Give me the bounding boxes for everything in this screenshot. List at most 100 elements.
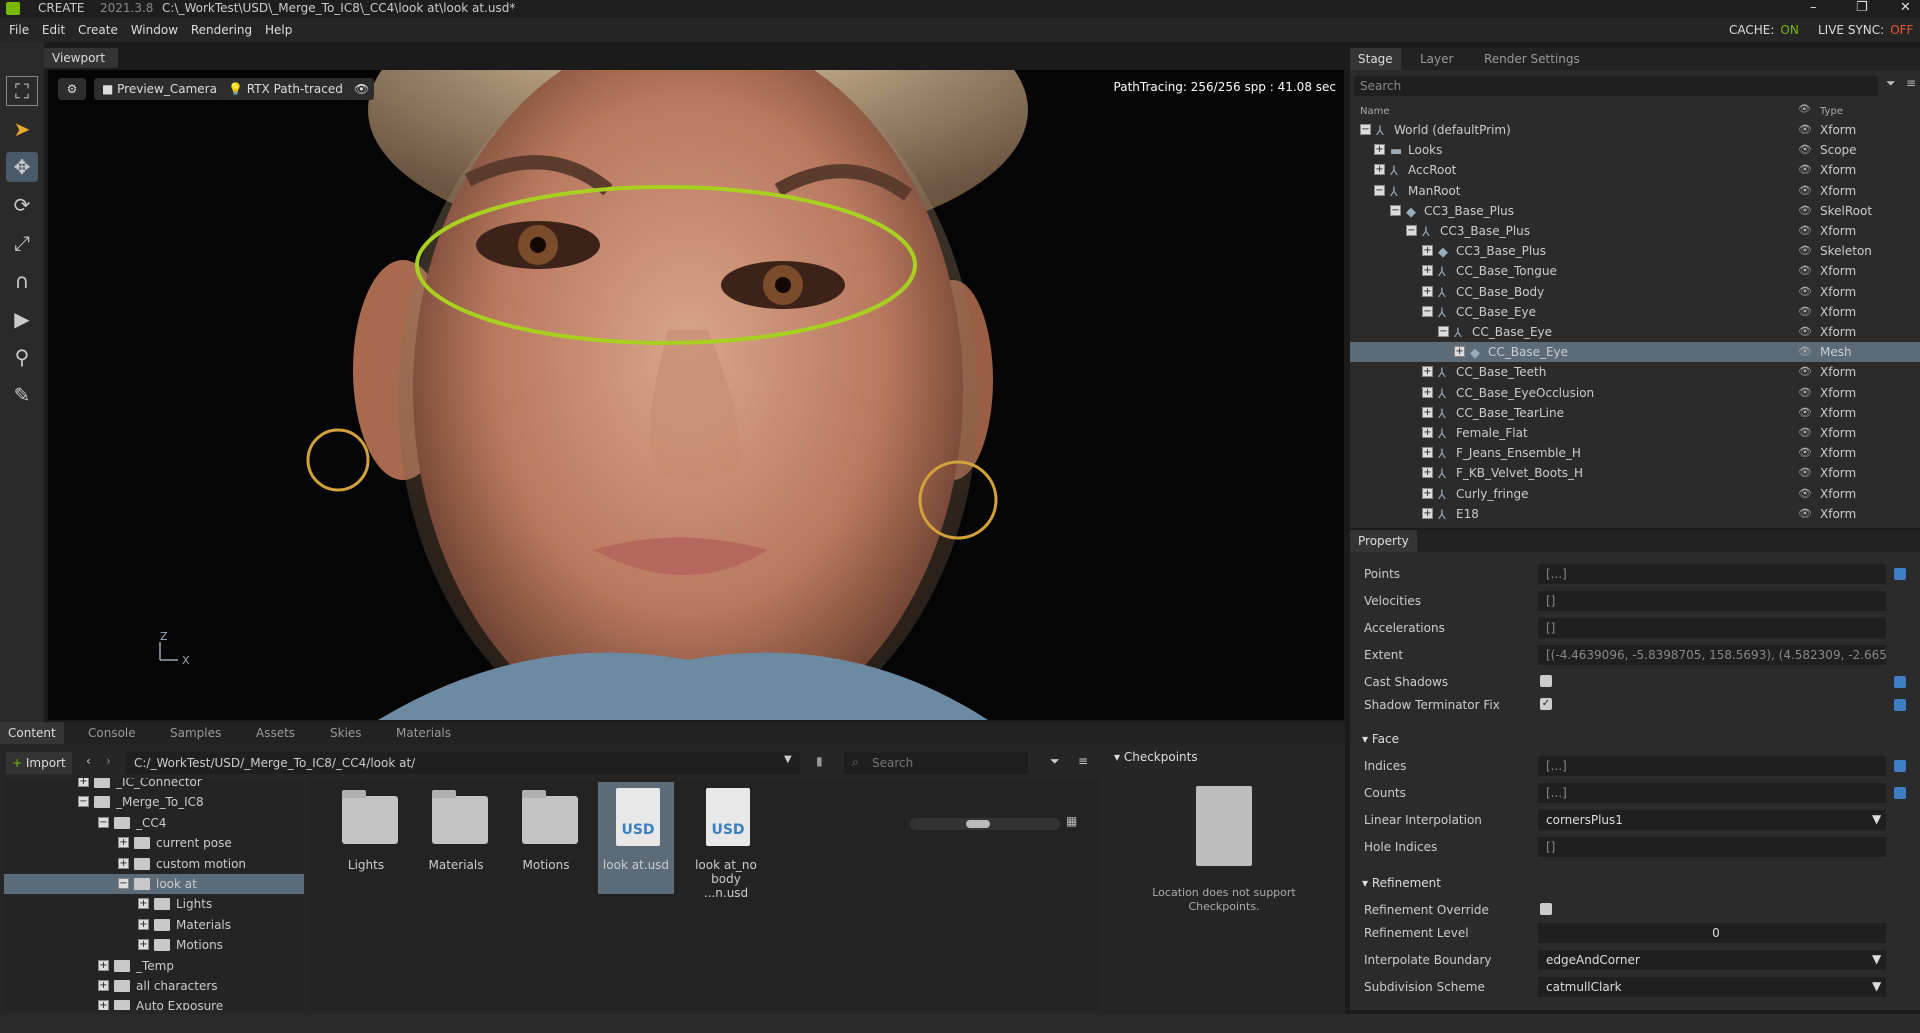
stage-row[interactable]: + ⅄ F_Jeans_Ensemble_H 👁 Xform (1350, 443, 1920, 463)
stage-row[interactable]: + ⅄ CC_Base_Body 👁 Xform (1350, 282, 1920, 302)
rotate-tool-icon[interactable]: ⟳ (6, 190, 38, 220)
folder-tree-item[interactable]: − _CC4 (4, 813, 304, 833)
filter-icon[interactable]: ⏷ (1886, 76, 1896, 91)
folder-tree-item[interactable]: + current pose (4, 833, 304, 853)
content-search-input[interactable]: Search (844, 752, 1028, 774)
visibility-eye-icon[interactable]: 👁 (1798, 342, 1812, 362)
folder-tree-item[interactable]: + Lights (4, 894, 304, 914)
folder-tree-item[interactable]: − look at (4, 874, 304, 894)
tab-skies[interactable]: Skies (322, 722, 370, 744)
cache-status[interactable]: CACHE: ON (1729, 18, 1799, 42)
physics-tool-icon[interactable]: ⚲ (6, 342, 38, 372)
prop-value[interactable]: [...] (1538, 564, 1886, 584)
stage-row[interactable]: − ⅄ CC_Base_Eye 👁 Xform (1350, 322, 1920, 342)
select-mode-icon[interactable]: ⛶ (6, 76, 38, 106)
override-indicator[interactable] (1894, 787, 1906, 799)
prop-value[interactable]: [] (1538, 837, 1886, 857)
expand-toggle-icon[interactable]: + (1374, 164, 1385, 176)
override-indicator[interactable] (1894, 676, 1906, 688)
visibility-eye-icon[interactable]: 👁 (1798, 403, 1812, 423)
stage-row[interactable]: + ⅄ CC_Base_EyeOcclusion 👁 Xform (1350, 383, 1920, 403)
folder-tree-item[interactable]: + _IC_Connector (4, 778, 304, 792)
visibility-eye-icon[interactable]: 👁 (1798, 140, 1812, 160)
stage-search-input[interactable]: Search (1354, 76, 1878, 96)
expand-toggle-icon[interactable]: − (98, 816, 109, 828)
select-arrow-icon[interactable]: ➤ (6, 114, 38, 144)
expand-toggle-icon[interactable]: + (1422, 285, 1433, 297)
stage-row[interactable]: + ⅄ E18 👁 Xform (1350, 504, 1920, 524)
back-arrow-icon[interactable]: ‹ (86, 754, 91, 768)
folder-tree-item[interactable]: + _Temp (4, 956, 304, 976)
stage-row[interactable]: + ◆ CC3_Base_Plus 👁 Skeleton (1350, 241, 1920, 261)
viewport-canvas[interactable]: ⚙ ■ Preview_Camera 💡 RTX Path-traced 👁 P… (48, 70, 1344, 720)
snap-magnet-icon[interactable]: ∩ (6, 266, 38, 296)
scrollbar-thumb[interactable] (966, 820, 990, 828)
expand-toggle-icon[interactable]: + (1422, 507, 1433, 519)
scale-tool-icon[interactable]: ⤢ (6, 228, 38, 258)
override-indicator[interactable] (1894, 760, 1906, 772)
subdivision-scheme-dropdown[interactable]: catmullClark (1538, 977, 1886, 997)
visibility-eye-icon[interactable]: 👁 (1798, 504, 1812, 524)
stage-row[interactable]: + ⅄ CC_Base_Tongue 👁 Xform (1350, 261, 1920, 281)
stage-row[interactable]: + ◆ CC_Base_Eye 👁 Mesh (1350, 342, 1920, 363)
expand-toggle-icon[interactable]: + (98, 980, 109, 991)
grid-scrollbar[interactable] (910, 818, 1060, 830)
chevron-down-icon[interactable]: ▼ (1872, 812, 1881, 826)
visibility-eye-icon[interactable]: 👁 (1798, 443, 1812, 463)
file-grid-item[interactable]: Materials (418, 782, 494, 894)
viewport-settings-icon[interactable]: ⚙ (58, 78, 86, 100)
visibility-eye-icon[interactable]: 👁 (1798, 383, 1812, 403)
folder-tree-item[interactable]: + Auto Exposure (4, 996, 304, 1010)
expand-toggle-icon[interactable]: + (118, 837, 129, 849)
folder-tree-item[interactable]: + Materials (4, 915, 304, 935)
stage-row[interactable]: + ⅄ Female_Flat 👁 Xform (1350, 423, 1920, 443)
chevron-down-icon[interactable]: ▼ (1872, 952, 1881, 966)
menu-create[interactable]: Create (78, 23, 118, 37)
camera-selector[interactable]: ■ Preview_Camera (94, 78, 225, 100)
stage-row[interactable]: + ⅄ AccRoot 👁 Xform (1350, 160, 1920, 180)
stage-row[interactable]: + ⅄ Curly_fringe 👁 Xform (1350, 484, 1920, 504)
minimize-icon[interactable]: – (1810, 0, 1817, 16)
chevron-down-icon[interactable]: ▼ (1872, 979, 1881, 993)
expand-toggle-icon[interactable]: + (138, 898, 149, 910)
live-sync-status[interactable]: LIVE SYNC: OFF (1818, 18, 1913, 42)
checkpoints-header[interactable]: ▾ Checkpoints (1114, 750, 1198, 764)
expand-toggle-icon[interactable]: + (1422, 245, 1433, 257)
menu-edit[interactable]: Edit (42, 23, 65, 37)
expand-toggle-icon[interactable]: + (1454, 346, 1465, 358)
file-grid-item[interactable]: USD look at.usd (598, 782, 674, 894)
shadow-terminator-checkbox[interactable]: ✓ (1540, 698, 1552, 710)
prop-value[interactable]: [] (1538, 618, 1886, 638)
prop-value[interactable]: [...] (1538, 783, 1886, 803)
expand-toggle-icon[interactable]: + (138, 918, 149, 930)
render-mode-selector[interactable]: 💡 RTX Path-traced (220, 78, 351, 100)
tab-samples[interactable]: Samples (162, 722, 229, 744)
tab-console[interactable]: Console (80, 722, 144, 744)
menu-icon[interactable]: ≡ (1078, 754, 1088, 768)
visibility-eye-icon[interactable]: 👁 (1798, 261, 1812, 281)
import-button[interactable]: + Import (6, 752, 72, 774)
tab-materials[interactable]: Materials (388, 722, 459, 744)
folder-tree-item[interactable]: − _Merge_To_IC8 (4, 792, 304, 812)
stage-row[interactable]: + ⅄ F_KB_Velvet_Boots_H 👁 Xform (1350, 463, 1920, 483)
expand-toggle-icon[interactable]: − (1438, 326, 1449, 337)
override-indicator[interactable] (1894, 568, 1906, 580)
expand-toggle-icon[interactable]: + (1422, 386, 1433, 398)
visibility-eye-icon[interactable]: 👁 (1798, 120, 1812, 140)
tab-viewport[interactable]: Viewport (44, 48, 118, 68)
visibility-eye-icon[interactable]: 👁 (1798, 362, 1812, 382)
move-tool-icon[interactable]: ✥ (6, 152, 38, 182)
folder-tree-item[interactable]: + all characters (4, 976, 304, 996)
cast-shadows-checkbox[interactable] (1540, 675, 1552, 687)
file-grid-item[interactable]: USD look at_no body ...n.usd (688, 782, 764, 900)
stage-row[interactable]: − ⅄ ManRoot 👁 Xform (1350, 181, 1920, 201)
visibility-eye-icon[interactable]: 👁 (1798, 221, 1812, 241)
expand-toggle-icon[interactable]: + (1422, 265, 1433, 277)
content-path-input[interactable]: C:/_WorkTest/USD/_Merge_To_IC8/_CC4/look… (126, 752, 800, 774)
menu-help[interactable]: Help (265, 23, 292, 37)
visibility-eye-icon[interactable]: 👁 (346, 78, 374, 100)
stage-row[interactable]: + ▬ Looks 👁 Scope (1350, 140, 1920, 160)
refinement-level-slider[interactable]: 0 (1538, 923, 1886, 943)
restore-icon[interactable]: ❐ (1856, 0, 1868, 16)
visibility-eye-icon[interactable]: 👁 (1798, 160, 1812, 180)
